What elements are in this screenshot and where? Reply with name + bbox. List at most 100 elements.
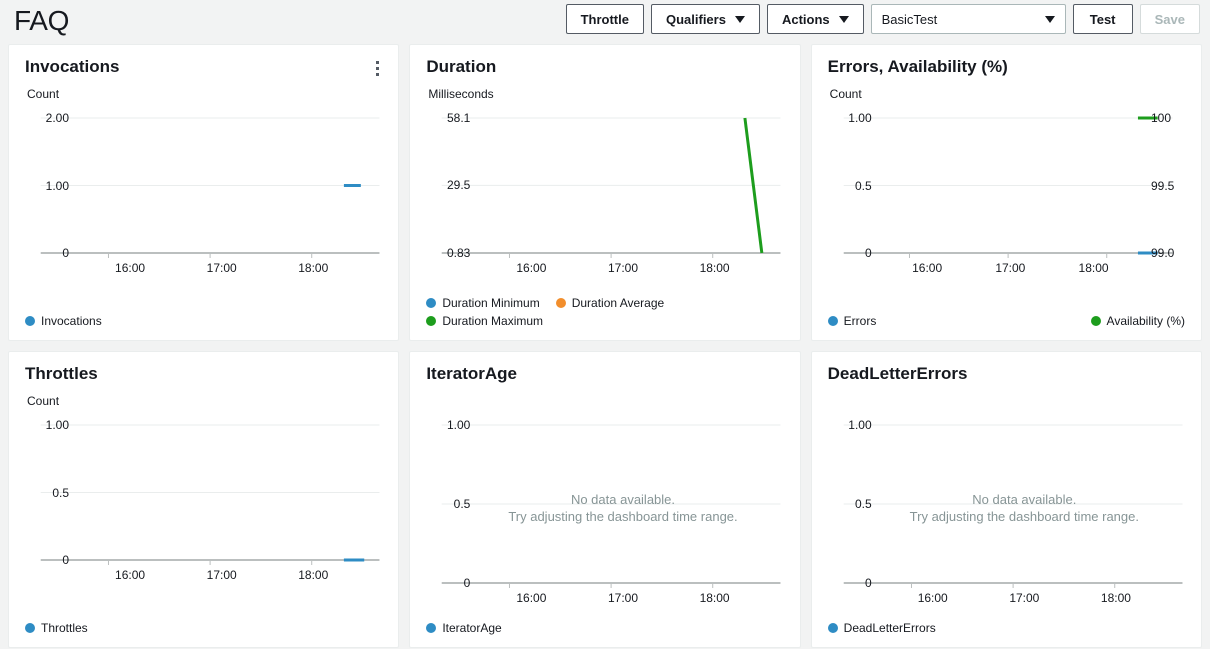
metric-card-errors-availability: Errors, Availability (%) Count 0 0.5 1.00 99.… <box>810 44 1202 341</box>
y-axis-tick-label: 1.00 <box>848 418 872 432</box>
save-button-label: Save <box>1154 11 1185 27</box>
legend-item[interactable]: Invocations <box>25 312 102 330</box>
legend-label: Invocations <box>41 314 102 328</box>
card-options-menu-icon[interactable] <box>370 59 384 77</box>
legend-item[interactable]: Errors <box>827 312 877 330</box>
legend-row: DeadLetterErrors <box>827 619 1185 637</box>
y-axis-tick-label: 0 <box>463 576 471 590</box>
legend-item[interactable]: DeadLetterErrors <box>827 619 936 637</box>
y-axis-tick-label: 1.00 <box>446 418 471 432</box>
chevron-down-icon <box>1044 15 1055 23</box>
legend-label: Duration Maximum <box>442 314 544 328</box>
legend-row: Invocations <box>25 312 382 330</box>
legend-label: Availability (%) <box>1106 314 1185 328</box>
x-axis-tick-label: 16:00 <box>516 591 547 605</box>
metric-card-iteratorage: IteratorAge 0 0.5 1.00 16:00 17:00 18:00 No dat… <box>409 351 801 648</box>
legend-row: Errors Availability (%) <box>827 312 1185 330</box>
y-axis-unit-label: Milliseconds <box>428 87 494 101</box>
legend-item[interactable]: Duration Minimum <box>426 294 540 312</box>
no-data-secondary: Try adjusting the dashboard time range. <box>909 509 1139 524</box>
legend-row: Duration Minimum Duration Average <box>426 294 783 312</box>
chart-plot-area[interactable]: 0 0.5 1.00 99.0 99.5 100 16:00 17:00 18:00 <box>828 108 1185 286</box>
no-data-message: No data available. Try adjusting the dash… <box>508 491 737 525</box>
no-data-message: No data available. Try adjusting the dash… <box>910 491 1139 525</box>
card-title: DeadLetterErrors <box>827 364 968 383</box>
legend-label: Duration Minimum <box>442 296 540 310</box>
actions-button-label: Actions <box>781 11 830 27</box>
chart-plot-area[interactable]: 0 0.5 1.00 16:00 17:00 18:00 No data available… <box>426 415 783 616</box>
legend-label: DeadLetterErrors <box>843 621 936 635</box>
chart-plot-area[interactable]: 0 1.00 2.00 16:00 17:00 18:00 <box>25 108 382 286</box>
no-data-primary: No data available. <box>570 492 676 507</box>
test-event-select-value: BasicTest <box>881 11 938 27</box>
no-data-primary: No data available. <box>972 492 1077 507</box>
legend-color-swatch <box>25 316 35 326</box>
chart-legend: Errors Availability (%) <box>827 312 1185 330</box>
legend-color-swatch <box>827 316 838 326</box>
throttle-button[interactable]: Throttle <box>565 4 644 34</box>
x-axis-tick-label: 16:00 <box>516 261 547 275</box>
legend-item[interactable]: IteratorAge <box>426 619 502 637</box>
chart-legend: IteratorAge <box>426 619 783 637</box>
legend-row: Duration Maximum <box>426 312 783 330</box>
metric-card-invocations: Invocations Count 0 1.00 2.00 16:00 17:00 18:00… <box>8 44 400 341</box>
y-axis-tick-label: 2.00 <box>45 111 69 125</box>
chart-plot-area[interactable]: 0.83 29.5 58.1 16:00 17:00 18:00 <box>426 108 783 286</box>
toolbar-actions: Throttle Qualifiers Actions BasicTest Te… <box>565 4 1200 34</box>
chart-legend: DeadLetterErrors <box>827 619 1185 637</box>
test-button[interactable]: Test <box>1072 4 1133 34</box>
y-axis-unit-label: Count <box>27 394 60 408</box>
legend-item[interactable]: Duration Maximum <box>426 312 543 330</box>
chart-plot-area[interactable]: 0 0.5 1.00 16:00 17:00 18:00 <box>25 415 382 593</box>
legend-item[interactable]: Availability (%) <box>1090 312 1185 330</box>
y-axis-tick-label: 0.83 <box>446 246 471 260</box>
legend-color-swatch <box>25 623 35 633</box>
qualifiers-button-label: Qualifiers <box>665 11 726 27</box>
save-button[interactable]: Save <box>1139 4 1200 34</box>
legend-label: Throttles <box>41 621 88 635</box>
y-axis-tick-label: 1.00 <box>45 418 69 432</box>
y2-axis-tick-label: 100 <box>1151 111 1172 125</box>
y-axis-tick-label: 0 <box>62 553 69 567</box>
legend-label: Duration Average <box>571 296 665 310</box>
card-title: Invocations <box>25 57 120 76</box>
x-axis-tick-label: 16:00 <box>917 591 948 605</box>
card-title: IteratorAge <box>426 364 518 383</box>
card-title: Errors, Availability (%) <box>827 57 1008 76</box>
chevron-down-icon <box>838 15 849 23</box>
test-event-select[interactable]: BasicTest <box>870 4 1066 34</box>
x-axis-tick-label: 17:00 <box>995 261 1026 275</box>
legend-color-swatch <box>426 623 437 633</box>
no-data-secondary: Try adjusting the dashboard time range. <box>508 509 738 524</box>
y-axis-tick-label: 0.5 <box>52 485 69 500</box>
card-title: Duration <box>426 57 497 76</box>
x-axis-tick-label: 18:00 <box>298 568 329 582</box>
x-axis-tick-label: 18:00 <box>699 261 730 275</box>
legend-color-swatch <box>1090 316 1101 326</box>
chevron-down-icon <box>734 15 745 23</box>
top-toolbar: FAQ Throttle Qualifiers Actions BasicTes… <box>0 0 1210 40</box>
chart-legend: Duration Minimum Duration Average Duration… <box>426 294 783 330</box>
y-axis-tick-label: 1.00 <box>848 111 872 125</box>
card-title: Throttles <box>25 364 98 383</box>
metrics-grid: Invocations Count 0 1.00 2.00 16:00 17:00 18:00… <box>0 40 1210 649</box>
page-title: FAQ <box>14 5 70 36</box>
legend-row: Throttles <box>25 619 382 637</box>
test-button-label: Test <box>1089 11 1116 27</box>
chart-plot-area[interactable]: 0 0.5 1.00 16:00 17:00 18:00 No data available… <box>828 415 1185 616</box>
legend-color-swatch <box>555 298 566 308</box>
y-axis-tick-label: 0.5 <box>854 178 872 193</box>
y-axis-tick-label: 0.5 <box>854 497 872 511</box>
chart-legend: Invocations <box>25 312 382 330</box>
metric-card-deadlettererrors: DeadLetterErrors 0 0.5 1.00 16:00 17:00 18:00 N… <box>810 351 1202 648</box>
legend-item[interactable]: Duration Average <box>555 294 665 312</box>
actions-dropdown-button[interactable]: Actions <box>766 4 864 34</box>
x-axis-tick-label: 17:00 <box>607 261 638 275</box>
y2-axis-tick-label: 99.5 <box>1151 178 1175 193</box>
qualifiers-dropdown-button[interactable]: Qualifiers <box>650 4 760 34</box>
legend-item[interactable]: Throttles <box>25 619 88 637</box>
metric-card-duration: Duration Milliseconds 0.83 29.5 58.1 16:00 17:… <box>409 44 801 341</box>
y-axis-tick-label: 0 <box>864 576 872 590</box>
legend-label: IteratorAge <box>442 621 502 635</box>
legend-label: Errors <box>843 314 877 328</box>
